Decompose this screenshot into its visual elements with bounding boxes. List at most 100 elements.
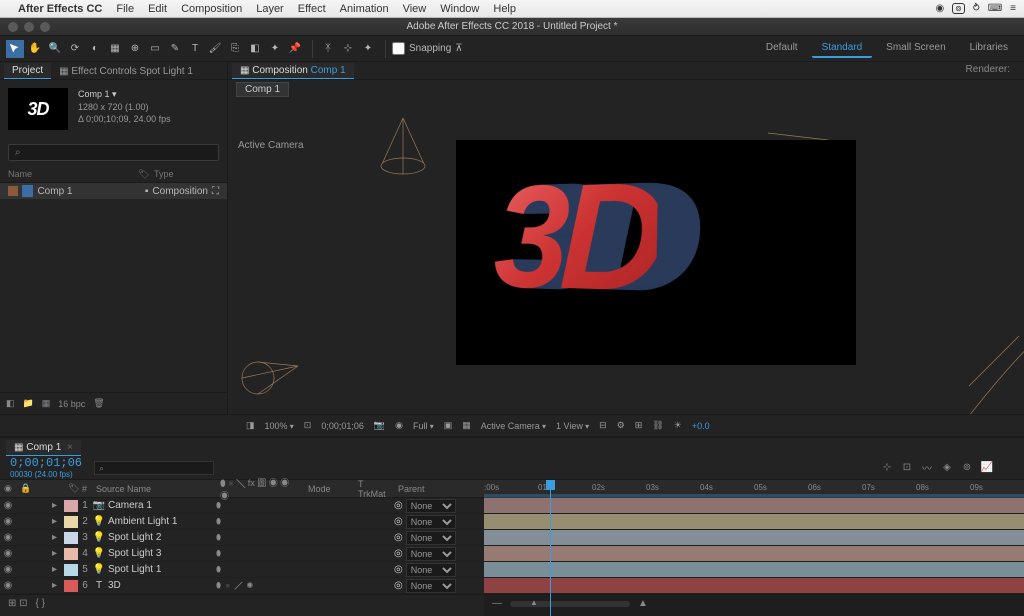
zoom-out-icon[interactable]: — — [492, 598, 502, 609]
tab-timeline[interactable]: ▦ Comp 1 × — [6, 440, 81, 456]
tab-project[interactable]: Project — [4, 63, 51, 79]
puppet-tool[interactable]: 📌 — [286, 40, 304, 58]
bpc-label[interactable]: 16 bpc — [58, 399, 85, 409]
record-icon[interactable]: ◉ — [935, 3, 944, 14]
app-name[interactable]: After Effects CC — [18, 3, 102, 15]
camera-tool[interactable]: ▦ — [106, 40, 124, 58]
eraser-tool[interactable]: ◧ — [246, 40, 264, 58]
parent-pickwhip-icon[interactable]: ◎ — [394, 580, 403, 591]
menu-composition[interactable]: Composition — [181, 3, 242, 15]
visibility-toggle[interactable]: ◉ — [0, 532, 16, 543]
timeline-search[interactable] — [94, 461, 214, 475]
workspace-standard[interactable]: Standard — [812, 39, 873, 58]
parent-dropdown[interactable]: None — [406, 579, 456, 593]
clone-tool[interactable]: ⎘ — [226, 40, 244, 58]
menu-animation[interactable]: Animation — [340, 3, 389, 15]
twirl-icon[interactable]: ▸ — [52, 548, 64, 559]
motion-blur-icon[interactable]: ⊚ — [960, 461, 974, 475]
visibility-toggle[interactable]: ◉ — [0, 516, 16, 527]
rotation-tool[interactable]: ◐ — [86, 40, 104, 58]
layer-name[interactable]: 3D — [106, 580, 216, 591]
menu-file[interactable]: File — [116, 3, 134, 15]
layer-name[interactable]: Spot Light 2 — [106, 532, 216, 543]
keyboard-icon[interactable]: ⌨ — [988, 3, 1002, 14]
graph-editor-icon[interactable]: 📈 — [980, 461, 994, 475]
channel-icon[interactable]: ◉ — [395, 420, 403, 431]
visibility-toggle[interactable]: ◉ — [0, 580, 16, 591]
zoom-tool[interactable]: 🔍 — [46, 40, 64, 58]
mag-ratio-icon[interactable]: ◨ — [246, 420, 255, 431]
layer-name[interactable]: Camera 1 — [106, 500, 216, 511]
parent-dropdown[interactable]: None — [406, 531, 456, 545]
zoom-dropdown[interactable]: 100% — [265, 421, 294, 431]
flowchart-icon[interactable]: ⛓ — [652, 420, 663, 431]
layer-row[interactable]: ◉▸5💡Spot Light 1⬮◎None — [0, 562, 484, 578]
parent-dropdown[interactable]: None — [406, 563, 456, 577]
time-display[interactable]: 0;00;01;06 — [321, 421, 364, 431]
toggle-switches-icon[interactable]: ⊞ ⊡ — [8, 598, 28, 609]
twirl-icon[interactable]: ▸ — [52, 500, 64, 511]
menu-layer[interactable]: Layer — [256, 3, 284, 15]
menu-window[interactable]: Window — [440, 3, 479, 15]
parent-pickwhip-icon[interactable]: ◎ — [394, 516, 403, 527]
layer-name[interactable]: Ambient Light 1 — [106, 516, 216, 527]
twirl-icon[interactable]: ▸ — [52, 580, 64, 591]
twirl-icon[interactable]: ▸ — [52, 532, 64, 543]
axis-world-icon[interactable]: ⊹ — [339, 40, 357, 58]
project-search[interactable] — [8, 144, 219, 161]
pan-behind-tool[interactable]: ⊕ — [126, 40, 144, 58]
spotlight-wireframe-1[interactable] — [378, 116, 428, 179]
type-tool[interactable]: T — [186, 40, 204, 58]
view-options-icon[interactable]: ⚙ — [617, 420, 625, 431]
visibility-toggle[interactable]: ◉ — [0, 500, 16, 511]
col-type[interactable]: Type — [154, 169, 174, 180]
frame-blend-icon[interactable]: ◈ — [940, 461, 954, 475]
fast-previews-icon[interactable]: ⊟ — [599, 420, 607, 431]
tab-effect-controls[interactable]: ▦ Effect Controls Spot Light 1 — [51, 64, 201, 79]
rect-tool[interactable]: ▭ — [146, 40, 164, 58]
visibility-toggle[interactable]: ◉ — [0, 548, 16, 559]
parent-pickwhip-icon[interactable]: ◎ — [394, 500, 403, 511]
parent-pickwhip-icon[interactable]: ◎ — [394, 548, 403, 559]
timeline-track-area[interactable]: :00s01s02s03s04s05s06s07s08s09s10s — ▲ — [484, 480, 1024, 616]
playhead[interactable] — [550, 480, 551, 616]
visibility-toggle[interactable]: ◉ — [0, 564, 16, 575]
menu-help[interactable]: Help — [493, 3, 516, 15]
interpret-icon[interactable]: ◧ — [6, 398, 15, 409]
exposure-value[interactable]: +0.0 — [692, 421, 710, 431]
brush-tool[interactable]: 🖌 — [206, 40, 224, 58]
layer-row[interactable]: ◉▸6T3D⬮ ※ ╱ ◉◎None — [0, 578, 484, 594]
twirl-icon[interactable]: ▸ — [52, 564, 64, 575]
menu-view[interactable]: View — [403, 3, 427, 15]
renderer-label[interactable]: Renderer: — [966, 64, 1010, 75]
parent-pickwhip-icon[interactable]: ◎ — [394, 564, 403, 575]
spotlight-icon[interactable]: ⥁ — [973, 3, 980, 14]
comp-mini-flowchart-icon[interactable]: ⊹ — [880, 461, 894, 475]
hand-tool[interactable]: ✋ — [26, 40, 44, 58]
layer-name[interactable]: Spot Light 3 — [106, 548, 216, 559]
cc-icon[interactable]: ⊚ — [952, 3, 965, 14]
timeline-options-icon[interactable]: { } — [36, 598, 45, 609]
layer-row[interactable]: ◉▸2💡Ambient Light 1⬮◎None — [0, 514, 484, 530]
new-comp-icon[interactable]: ▦ — [42, 398, 51, 409]
parent-pickwhip-icon[interactable]: ◎ — [394, 532, 403, 543]
layer-row[interactable]: ◉▸4💡Spot Light 3⬮◎None — [0, 546, 484, 562]
layer-name[interactable]: Spot Light 1 — [106, 564, 216, 575]
timeline-icon[interactable]: ⊞ — [635, 420, 643, 431]
roi-icon[interactable]: ▣ — [444, 420, 453, 431]
roto-tool[interactable]: ✦ — [266, 40, 284, 58]
zoom-in-icon[interactable]: ▲ — [638, 598, 648, 609]
new-folder-icon[interactable]: 📁 — [23, 398, 34, 409]
layer-row[interactable]: ◉▸1📷Camera 1⬮◎None — [0, 498, 484, 514]
selection-tool[interactable] — [6, 40, 24, 58]
res-icon[interactable]: ⊡ — [304, 420, 312, 431]
orbit-tool[interactable]: ⟳ — [66, 40, 84, 58]
comp-breadcrumb[interactable]: Comp 1 — [236, 82, 289, 97]
workspace-small[interactable]: Small Screen — [876, 39, 955, 58]
camera-dropdown[interactable]: Active Camera — [481, 421, 546, 431]
menu-icon[interactable]: ≡ — [1010, 3, 1016, 14]
axis-view-icon[interactable]: ✦ — [359, 40, 377, 58]
shy-icon[interactable]: 〰 — [920, 461, 934, 475]
spotlight-wireframe-2[interactable] — [240, 358, 300, 401]
project-item[interactable]: Comp 1 ▪ Composition ⛶ — [0, 183, 227, 199]
